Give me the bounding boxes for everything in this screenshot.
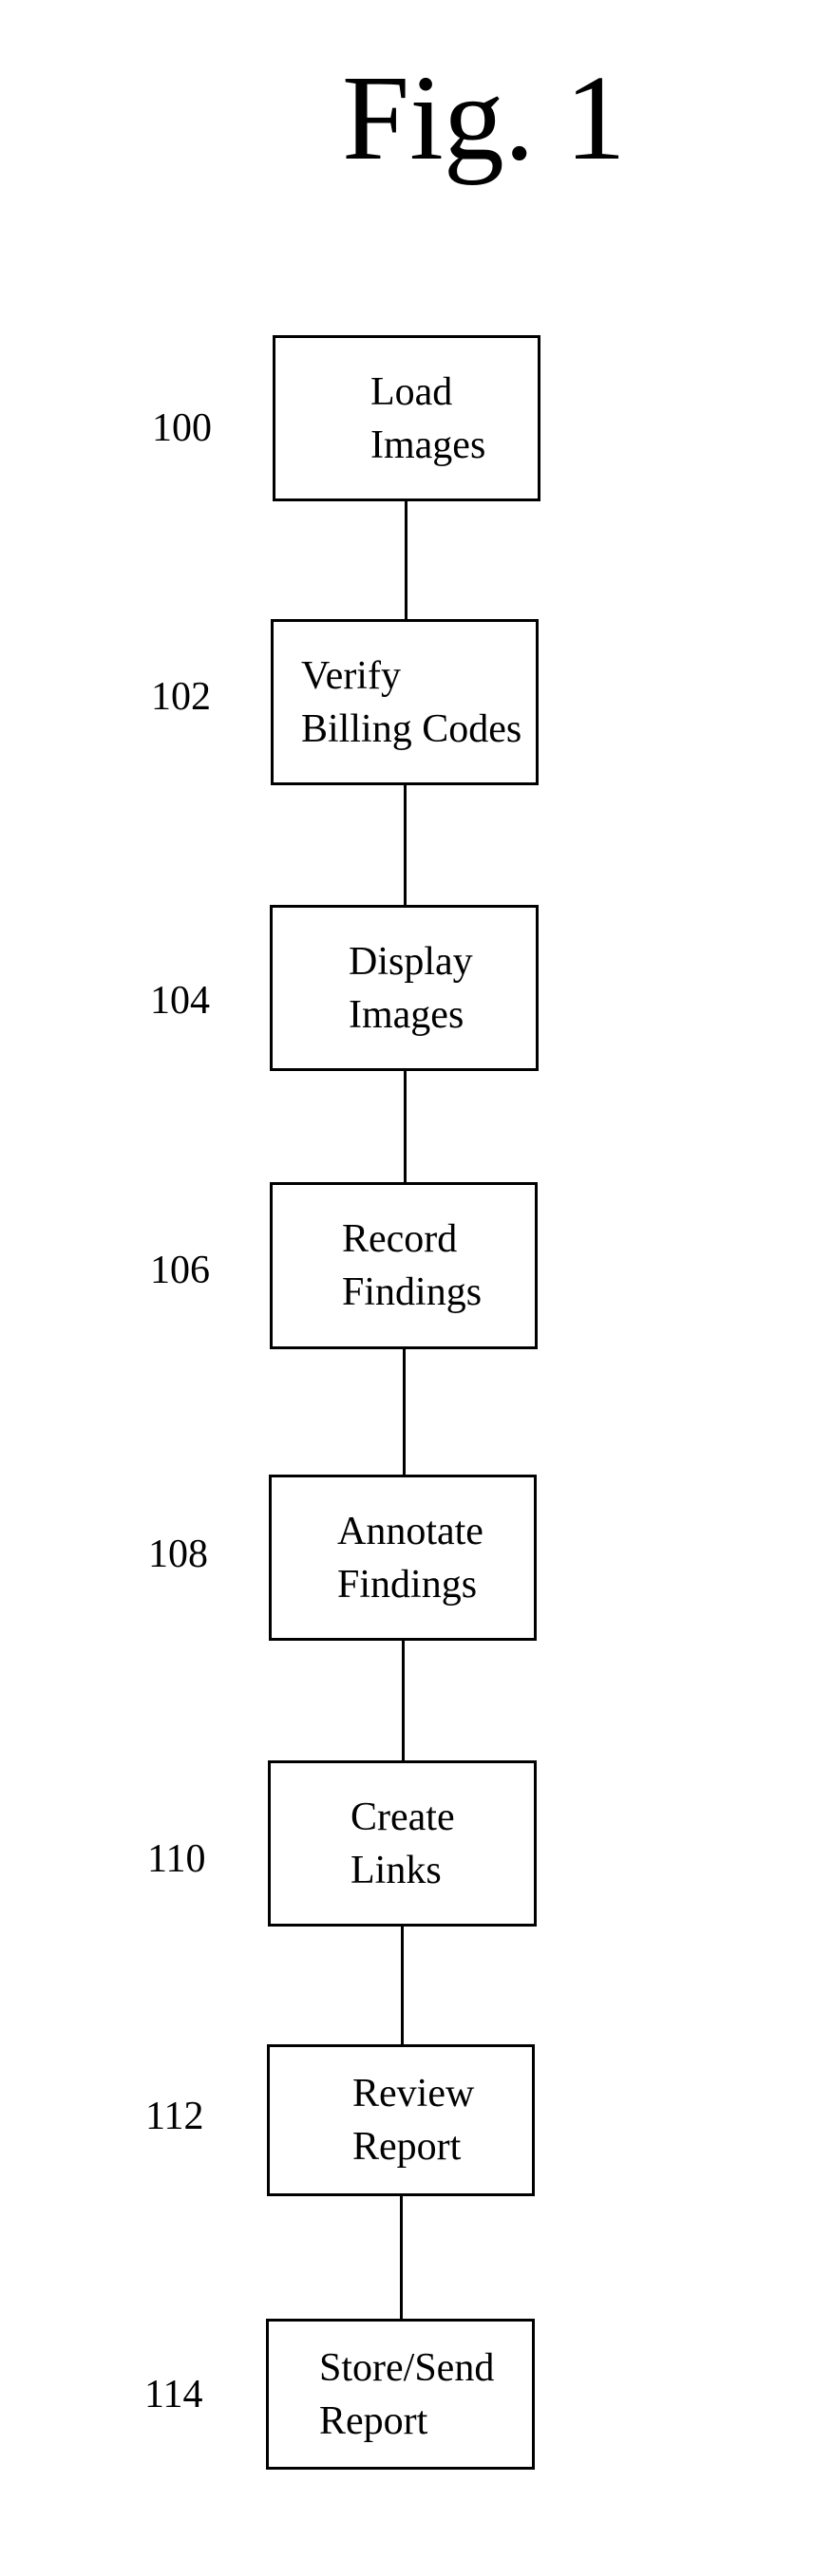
connector-112-114 bbox=[400, 2196, 403, 2320]
connector-106-108 bbox=[403, 1349, 406, 1476]
step-text-line1: Load bbox=[370, 369, 453, 414]
connector-100-102 bbox=[405, 501, 408, 620]
step-text: Verify Billing Codes bbox=[301, 649, 521, 756]
step-text: Load Images bbox=[370, 366, 485, 472]
step-ref-label: 102 bbox=[151, 675, 211, 719]
step-text: Create Links bbox=[351, 1791, 455, 1897]
step-ref-label: 108 bbox=[148, 1532, 208, 1576]
step-text-line2: Billing Codes bbox=[301, 706, 522, 751]
step-text-line2: Findings bbox=[337, 1562, 478, 1607]
step-ref-label: 114 bbox=[144, 2373, 203, 2416]
connector-104-106 bbox=[404, 1071, 407, 1183]
step-text-line1: Display bbox=[349, 939, 473, 984]
step-text: Display Images bbox=[349, 935, 473, 1042]
step-ref-label: 100 bbox=[152, 406, 212, 450]
step-box-verify-billing-codes: Verify Billing Codes bbox=[271, 619, 539, 785]
step-ref-label: 106 bbox=[150, 1249, 210, 1292]
step-text-line2: Links bbox=[351, 1848, 442, 1892]
step-box-store-send-report: Store/Send Report bbox=[266, 2319, 535, 2470]
step-ref-label: 112 bbox=[145, 2095, 204, 2138]
step-text-line1: Store/Send bbox=[319, 2345, 495, 2390]
step-text-line2: Report bbox=[352, 2125, 462, 2169]
step-box-review-report: Review Report bbox=[267, 2044, 535, 2196]
step-box-create-links: Create Links bbox=[268, 1760, 537, 1927]
step-ref-label: 104 bbox=[150, 979, 210, 1023]
step-text: Annotate Findings bbox=[337, 1505, 483, 1611]
step-text-line1: Record bbox=[342, 1217, 458, 1261]
figure-title: Fig. 1 bbox=[342, 50, 626, 185]
step-text-line2: Findings bbox=[342, 1270, 483, 1314]
step-text: Review Report bbox=[352, 2067, 474, 2173]
step-text-line1: Annotate bbox=[337, 1509, 483, 1553]
step-ref-label: 110 bbox=[147, 1837, 206, 1881]
step-box-display-images: Display Images bbox=[270, 905, 539, 1071]
step-text-line1: Create bbox=[351, 1795, 455, 1839]
step-box-load-images: Load Images bbox=[273, 335, 540, 501]
step-box-annotate-findings: Annotate Findings bbox=[269, 1475, 537, 1641]
step-text: Store/Send Report bbox=[319, 2341, 494, 2448]
step-box-record-findings: Record Findings bbox=[270, 1182, 538, 1349]
step-text-line2: Images bbox=[370, 423, 486, 467]
step-text-line1: Review bbox=[352, 2072, 475, 2115]
connector-110-112 bbox=[401, 1927, 404, 2045]
step-text-line1: Verify bbox=[301, 653, 401, 698]
step-text-line2: Images bbox=[349, 992, 464, 1037]
step-text: Record Findings bbox=[342, 1213, 482, 1319]
step-text-line2: Report bbox=[319, 2398, 428, 2443]
connector-108-110 bbox=[402, 1641, 405, 1761]
connector-102-104 bbox=[404, 785, 407, 906]
